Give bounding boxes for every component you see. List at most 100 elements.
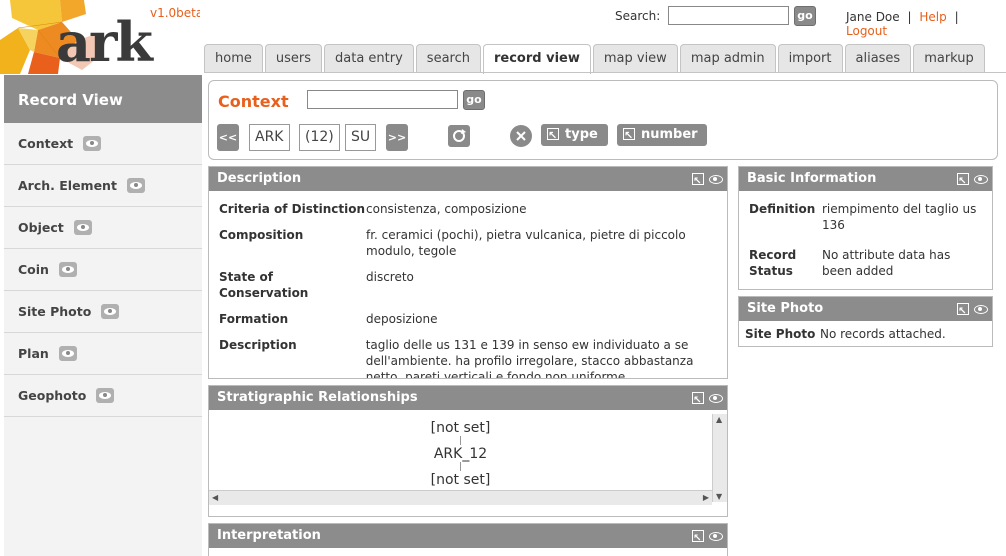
id-part-number: (12) bbox=[299, 124, 340, 151]
scroll-down-icon[interactable]: ▼ bbox=[716, 492, 722, 501]
next-record-button[interactable]: >> bbox=[386, 124, 408, 151]
description-row: Formation deposizione bbox=[219, 311, 717, 327]
tab-map-admin[interactable]: map admin bbox=[679, 44, 776, 73]
tab-aliases[interactable]: aliases bbox=[844, 44, 912, 73]
row-value: deposizione bbox=[366, 312, 438, 326]
sidebar-title: Record View bbox=[4, 75, 202, 123]
row-value: discreto bbox=[366, 270, 414, 284]
sidebar-item-label: Coin bbox=[18, 262, 49, 277]
refresh-icon[interactable] bbox=[448, 125, 470, 147]
eye-icon[interactable] bbox=[709, 174, 723, 184]
eye-icon[interactable] bbox=[58, 262, 77, 277]
strat-below[interactable]: [not set] bbox=[209, 472, 712, 488]
scroll-left-icon[interactable]: ◀ bbox=[212, 493, 218, 502]
sidebar-item-context[interactable]: Context bbox=[4, 123, 202, 165]
row-key: Definition bbox=[749, 202, 816, 216]
sidebar-item-label: Geophoto bbox=[18, 388, 87, 403]
help-link[interactable]: Help bbox=[919, 10, 946, 24]
description-panel: Description Criteria of Distinction cons… bbox=[208, 166, 728, 379]
tab-users[interactable]: users bbox=[264, 44, 322, 73]
row-key: Composition bbox=[219, 228, 304, 242]
search-input[interactable] bbox=[668, 6, 789, 25]
eye-icon[interactable] bbox=[126, 178, 145, 193]
horizontal-scrollbar[interactable]: ◀ ▶ bbox=[209, 490, 712, 505]
row-key: Description bbox=[219, 338, 297, 352]
edit-icon bbox=[547, 125, 559, 147]
tab-map-view[interactable]: map view bbox=[592, 44, 678, 73]
tab-data-entry[interactable]: data entry bbox=[324, 44, 414, 73]
basic-info-header: Basic Information bbox=[739, 167, 992, 194]
row-key: Site Photo bbox=[745, 327, 816, 341]
tab-record-view[interactable]: record view bbox=[482, 44, 591, 74]
edit-icon[interactable] bbox=[692, 527, 704, 551]
user-area: Jane Doe | Help | Logout bbox=[846, 10, 1006, 38]
tab-import[interactable]: import bbox=[777, 44, 843, 73]
sidebar: Record View Context Arch. Element Object… bbox=[4, 75, 202, 556]
tab-markup[interactable]: markup bbox=[913, 44, 985, 73]
search-label: Search: bbox=[615, 9, 661, 23]
strat-connector: | bbox=[458, 462, 463, 472]
edit-icon[interactable] bbox=[692, 170, 704, 194]
site-photo-panel: Site Photo Site Photo No records attache… bbox=[738, 296, 993, 347]
strat-header: Stratigraphic Relationships bbox=[209, 386, 727, 413]
clear-icon[interactable] bbox=[510, 125, 532, 147]
id-part-prefix: ARK bbox=[249, 124, 290, 151]
sidebar-item-coin[interactable]: Coin bbox=[4, 249, 202, 291]
search-go-button[interactable]: go bbox=[794, 6, 816, 26]
strat-current[interactable]: ARK_12 bbox=[209, 446, 712, 462]
version-label: v1.0beta bbox=[150, 6, 200, 20]
strat-above[interactable]: [not set] bbox=[209, 420, 712, 436]
sidebar-item-label: Plan bbox=[18, 346, 49, 361]
row-value: consistenza, composizione bbox=[366, 202, 527, 216]
description-row: State of Conservation discreto bbox=[219, 269, 717, 301]
eye-icon[interactable] bbox=[58, 346, 77, 361]
sidebar-item-label: Context bbox=[18, 136, 74, 151]
description-header: Description bbox=[209, 167, 727, 194]
basic-info-panel: Basic Information Definition riempimento… bbox=[738, 166, 993, 290]
tab-search[interactable]: search bbox=[415, 44, 481, 73]
description-row: Criteria of Distinction consistenza, com… bbox=[219, 201, 717, 217]
prev-record-button[interactable]: << bbox=[217, 124, 239, 151]
edit-icon[interactable] bbox=[957, 300, 969, 324]
context-input[interactable] bbox=[307, 90, 458, 109]
eye-icon[interactable] bbox=[83, 136, 102, 151]
eye-icon[interactable] bbox=[709, 531, 723, 541]
tab-divider bbox=[204, 72, 1006, 73]
eye-icon[interactable] bbox=[73, 220, 92, 235]
sidebar-item-geophoto[interactable]: Geophoto bbox=[4, 375, 202, 417]
edit-icon[interactable] bbox=[692, 389, 704, 413]
eye-icon[interactable] bbox=[709, 393, 723, 403]
separator: | bbox=[954, 10, 959, 24]
eye-icon[interactable] bbox=[974, 174, 988, 184]
sidebar-item-arch-element[interactable]: Arch. Element bbox=[4, 165, 202, 207]
basic-info-row: Definition riempimento del taglio us 136 bbox=[749, 201, 984, 233]
context-go-button[interactable]: go bbox=[463, 90, 485, 110]
eye-icon[interactable] bbox=[96, 388, 115, 403]
edit-icon[interactable] bbox=[957, 170, 969, 194]
site-photo-row: Site Photo No records attached. bbox=[739, 321, 992, 346]
logout-link[interactable]: Logout bbox=[846, 24, 887, 38]
sidebar-item-object[interactable]: Object bbox=[4, 207, 202, 249]
id-part-type: SU bbox=[345, 124, 377, 151]
sidebar-item-label: Site Photo bbox=[18, 304, 92, 319]
scroll-right-icon[interactable]: ▶ bbox=[703, 493, 709, 502]
tab-home[interactable]: home bbox=[204, 44, 263, 73]
ark-logo: ark v1.0beta bbox=[0, 0, 200, 74]
main-tabs: home users data entry search record view… bbox=[204, 44, 987, 74]
number-button[interactable]: number bbox=[617, 124, 707, 147]
sidebar-item-label: Arch. Element bbox=[18, 178, 117, 193]
separator: | bbox=[907, 10, 912, 24]
type-button[interactable]: type bbox=[541, 124, 608, 147]
sidebar-item-site-photo[interactable]: Site Photo bbox=[4, 291, 202, 333]
sidebar-item-plan[interactable]: Plan bbox=[4, 333, 202, 375]
eye-icon[interactable] bbox=[101, 304, 120, 319]
row-value: fr. ceramici (pochi), pietra vulcanica, … bbox=[366, 228, 686, 258]
description-row: Description taglio delle us 131 e 139 in… bbox=[219, 337, 717, 378]
basic-info-title: Basic Information bbox=[747, 171, 877, 186]
vertical-scrollbar[interactable]: ▲ ▼ bbox=[712, 414, 727, 502]
strat-title: Stratigraphic Relationships bbox=[217, 390, 418, 405]
context-panel: Context go << ARK (12) SU >> type number bbox=[208, 80, 998, 160]
scroll-up-icon[interactable]: ▲ bbox=[716, 415, 722, 424]
eye-icon[interactable] bbox=[974, 304, 988, 314]
strat-connector: | bbox=[458, 436, 463, 446]
